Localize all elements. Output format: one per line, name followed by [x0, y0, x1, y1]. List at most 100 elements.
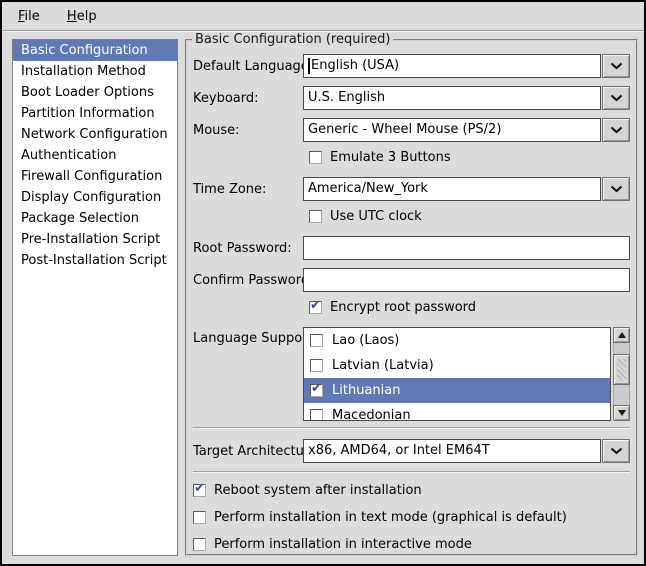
- menu-help-rest: elp: [77, 9, 97, 24]
- time-zone-entry[interactable]: America/New_York: [303, 177, 601, 201]
- interactive-mode-checkbox[interactable]: Perform installation in interactive mode: [193, 537, 630, 552]
- sidebar-item-package-selection[interactable]: Package Selection: [13, 208, 177, 229]
- sidebar-item-installation-method[interactable]: Installation Method: [13, 61, 177, 82]
- language-item-lithuanian[interactable]: Lithuanian: [304, 378, 610, 403]
- basic-configuration-panel: Basic Configuration (required) Default L…: [185, 39, 638, 556]
- checkbox-box[interactable]: [310, 384, 323, 397]
- default-language-dropdown-button[interactable]: [602, 54, 630, 78]
- root-password-label: Root Password:: [193, 241, 303, 256]
- confirm-password-field[interactable]: [303, 268, 630, 292]
- kickstart-configurator-window: File Help Basic Configuration Installati…: [0, 0, 646, 566]
- keyboard-row: Keyboard: U.S. English: [193, 86, 630, 110]
- sidebar-item-post-installation-script[interactable]: Post-Installation Script: [13, 250, 177, 271]
- sidebar-item-network-configuration[interactable]: Network Configuration: [13, 124, 177, 145]
- keyboard-value: U.S. English: [308, 87, 385, 109]
- sidebar-item-pre-installation-script[interactable]: Pre-Installation Script: [13, 229, 177, 250]
- target-architecture-combo: x86, AMD64, or Intel EM64T: [303, 439, 630, 463]
- sidebar-item-display-configuration[interactable]: Display Configuration: [13, 187, 177, 208]
- menu-file[interactable]: File: [15, 8, 43, 25]
- language-support-label: Language Support:: [193, 331, 303, 346]
- root-password-row: Root Password:: [193, 236, 630, 260]
- sidebar-item-basic-configuration[interactable]: Basic Configuration: [13, 40, 177, 61]
- menu-help-mnemonic: H: [67, 9, 77, 24]
- use-utc-clock-checkbox[interactable]: Use UTC clock: [309, 209, 630, 224]
- mouse-label: Mouse:: [193, 123, 303, 138]
- scroll-down-icon: [618, 410, 626, 416]
- language-item-label: Lao (Laos): [332, 333, 399, 348]
- text-caret: [308, 58, 310, 74]
- time-zone-row: Time Zone: America/New_York: [193, 177, 630, 201]
- scrollbar-thumb[interactable]: [613, 354, 630, 385]
- checkbox-box[interactable]: [310, 334, 323, 347]
- target-architecture-row: Target Architecture: x86, AMD64, or Inte…: [193, 439, 630, 463]
- target-architecture-value: x86, AMD64, or Intel EM64T: [308, 440, 490, 462]
- language-item-label: Macedonian: [332, 408, 411, 421]
- target-architecture-dropdown-button[interactable]: [602, 439, 630, 463]
- mouse-value: Generic - Wheel Mouse (PS/2): [308, 119, 501, 141]
- default-language-label: Default Language:: [193, 59, 303, 74]
- target-architecture-entry[interactable]: x86, AMD64, or Intel EM64T: [303, 439, 601, 463]
- keyboard-dropdown-button[interactable]: [602, 86, 630, 110]
- sidebar-item-firewall-configuration[interactable]: Firewall Configuration: [13, 166, 177, 187]
- language-support-listbox: Lao (Laos) Latvian (Latvia) Lithuanian: [303, 327, 630, 421]
- default-language-row: Default Language: English (USA): [193, 54, 630, 78]
- main-content: Basic Configuration Installation Method …: [2, 31, 644, 564]
- mouse-dropdown-button[interactable]: [602, 118, 630, 142]
- scrollbar-grip-icon: [617, 359, 626, 380]
- scroll-down-button[interactable]: [613, 405, 630, 421]
- default-language-combo: English (USA): [303, 54, 630, 78]
- use-utc-clock-label: Use UTC clock: [330, 209, 422, 224]
- chevron-down-icon: [610, 447, 623, 455]
- sidebar-item-authentication[interactable]: Authentication: [13, 145, 177, 166]
- chevron-down-icon: [610, 62, 623, 70]
- language-item-label: Lithuanian: [332, 383, 400, 398]
- chevron-down-icon: [610, 126, 623, 134]
- checkbox-box[interactable]: [310, 359, 323, 372]
- menu-file-rest: ile: [25, 9, 40, 24]
- keyboard-entry[interactable]: U.S. English: [303, 86, 601, 110]
- default-language-value: English (USA): [311, 55, 399, 77]
- language-item-macedonian[interactable]: Macedonian: [304, 403, 610, 421]
- language-list: Lao (Laos) Latvian (Latvia) Lithuanian: [303, 327, 611, 421]
- scrollbar-trough[interactable]: [613, 343, 630, 405]
- checkbox-box[interactable]: [193, 538, 206, 551]
- checkbox-box[interactable]: [309, 151, 322, 164]
- time-zone-value: America/New_York: [308, 178, 428, 200]
- language-item-lao[interactable]: Lao (Laos): [304, 328, 610, 353]
- scroll-up-icon: [618, 332, 626, 338]
- keyboard-combo: U.S. English: [303, 86, 630, 110]
- keyboard-label: Keyboard:: [193, 91, 303, 106]
- sidebar-item-boot-loader-options[interactable]: Boot Loader Options: [13, 82, 177, 103]
- checkbox-box[interactable]: [310, 409, 323, 421]
- menu-bar: File Help: [2, 2, 644, 31]
- panel-title: Basic Configuration (required): [192, 32, 393, 47]
- checkbox-box[interactable]: [193, 484, 206, 497]
- language-item-latvian[interactable]: Latvian (Latvia): [304, 353, 610, 378]
- chevron-down-icon: [610, 185, 623, 193]
- mouse-combo: Generic - Wheel Mouse (PS/2): [303, 118, 630, 142]
- checkbox-box[interactable]: [309, 210, 322, 223]
- root-password-field[interactable]: [303, 236, 630, 260]
- confirm-password-row: Confirm Password:: [193, 268, 630, 292]
- emulate-3-buttons-checkbox[interactable]: Emulate 3 Buttons: [309, 150, 630, 165]
- sidebar-item-partition-information[interactable]: Partition Information: [13, 103, 177, 124]
- reboot-after-install-checkbox[interactable]: Reboot system after installation: [193, 483, 630, 498]
- text-mode-checkbox[interactable]: Perform installation in text mode (graph…: [193, 510, 630, 525]
- menu-help[interactable]: Help: [64, 8, 100, 25]
- encrypt-root-password-checkbox[interactable]: Encrypt root password: [309, 300, 630, 315]
- section-list: Basic Configuration Installation Method …: [12, 39, 178, 556]
- scroll-up-button[interactable]: [613, 327, 630, 343]
- target-architecture-label: Target Architecture:: [193, 444, 303, 459]
- language-support-row: Language Support: Lao (Laos) Latvian (La…: [193, 327, 630, 421]
- time-zone-combo: America/New_York: [303, 177, 630, 201]
- default-language-entry[interactable]: English (USA): [303, 54, 601, 78]
- mouse-entry[interactable]: Generic - Wheel Mouse (PS/2): [303, 118, 601, 142]
- time-zone-dropdown-button[interactable]: [602, 177, 630, 201]
- language-list-scrollbar[interactable]: [613, 327, 630, 421]
- mouse-row: Mouse: Generic - Wheel Mouse (PS/2): [193, 118, 630, 142]
- checkbox-box[interactable]: [309, 301, 322, 314]
- time-zone-label: Time Zone:: [193, 182, 303, 197]
- checkbox-box[interactable]: [193, 511, 206, 524]
- separator: [193, 427, 630, 429]
- chevron-down-icon: [610, 94, 623, 102]
